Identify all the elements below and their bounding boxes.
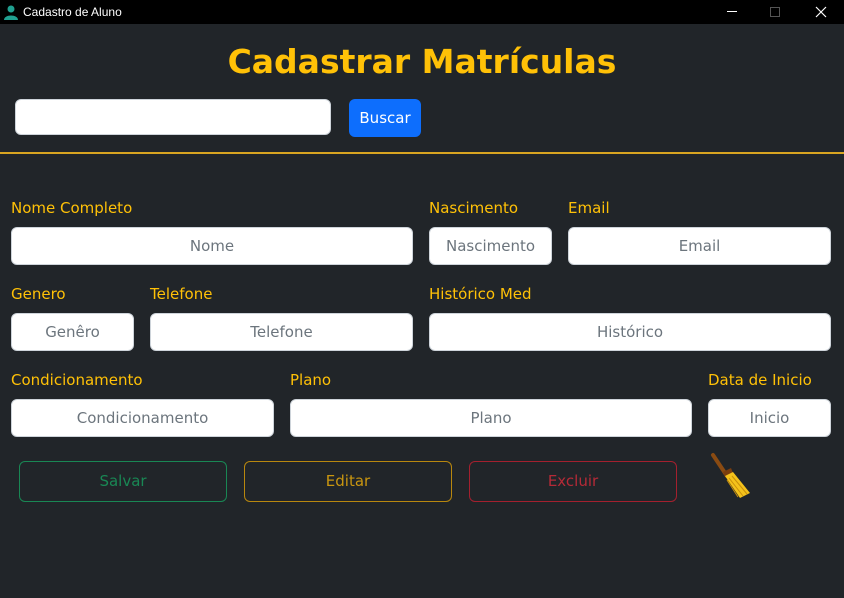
window-title: Cadastro de Aluno: [23, 5, 122, 19]
label-historico: Histórico Med: [429, 285, 532, 303]
label-condicionamento: Condicionamento: [11, 371, 143, 389]
page-title: Cadastrar Matrículas: [227, 42, 617, 81]
email-field[interactable]: Email: [568, 227, 831, 265]
save-button[interactable]: Salvar: [19, 461, 227, 502]
nascimento-field[interactable]: Nascimento: [429, 227, 552, 265]
label-nascimento: Nascimento: [429, 199, 519, 217]
label-nome: Nome Completo: [11, 199, 133, 217]
close-button[interactable]: [798, 0, 844, 24]
title-bar: Cadastro de Aluno: [0, 0, 844, 24]
broom-icon[interactable]: [708, 452, 754, 500]
condicionamento-field[interactable]: Condicionamento: [11, 399, 274, 437]
label-email: Email: [568, 199, 610, 217]
label-inicio: Data de Inicio: [708, 371, 812, 389]
close-icon: [815, 6, 827, 18]
maximize-button: [751, 0, 797, 24]
minimize-icon: [727, 11, 737, 12]
label-plano: Plano: [290, 371, 332, 389]
divider: [0, 152, 844, 154]
inicio-field[interactable]: Inicio: [708, 399, 831, 437]
label-telefone: Telefone: [150, 285, 213, 303]
genero-field[interactable]: Genêro: [11, 313, 134, 351]
search-input[interactable]: [15, 99, 331, 135]
plano-field[interactable]: Plano: [290, 399, 692, 437]
nome-field[interactable]: Nome: [11, 227, 413, 265]
search-button[interactable]: Buscar: [349, 99, 421, 137]
user-icon: [4, 5, 18, 20]
minimize-button[interactable]: [708, 0, 754, 24]
delete-button[interactable]: Excluir: [469, 461, 677, 502]
label-genero: Genero: [11, 285, 66, 303]
telefone-field[interactable]: Telefone: [150, 313, 413, 351]
maximize-icon: [770, 7, 780, 17]
historico-field[interactable]: Histórico: [429, 313, 831, 351]
edit-button[interactable]: Editar: [244, 461, 452, 502]
